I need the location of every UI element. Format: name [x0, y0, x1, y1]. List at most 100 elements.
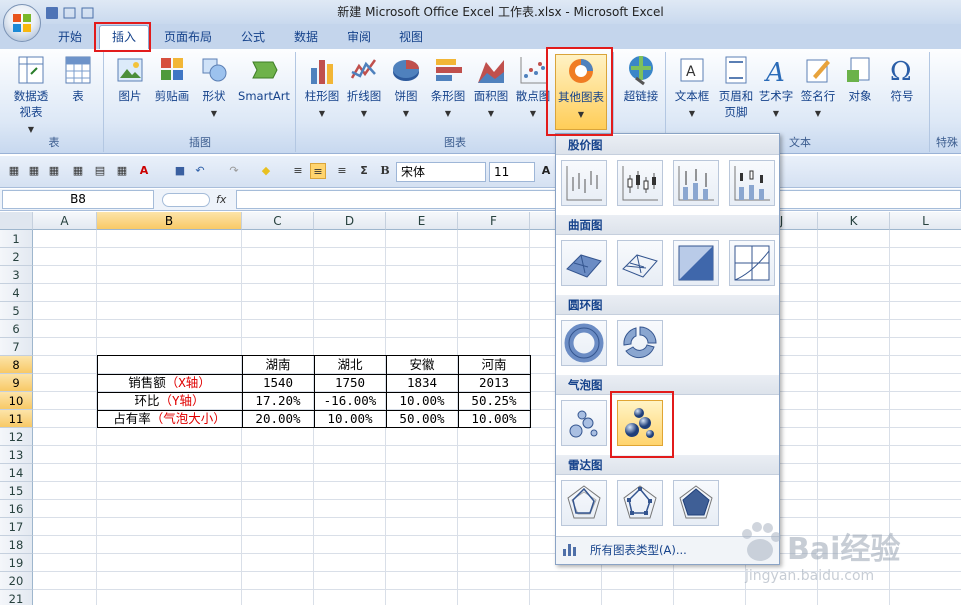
row-header[interactable]: 7: [0, 338, 33, 356]
filled-radar-chart[interactable]: [673, 480, 719, 526]
undo-icon[interactable]: ↶: [192, 163, 208, 179]
tab-home[interactable]: 开始: [47, 26, 93, 49]
area-chart-button[interactable]: 面积图 ▼: [470, 54, 512, 122]
cell-share-henan[interactable]: 10.00%: [458, 410, 530, 428]
toolbar-icon-1[interactable]: ▦: [6, 163, 22, 179]
tab-view[interactable]: 视图: [390, 26, 432, 49]
header-footer-button[interactable]: 页眉和页脚: [714, 54, 758, 120]
fill-color-icon[interactable]: ◆: [258, 163, 274, 179]
cell-growth-hunan[interactable]: 17.20%: [242, 392, 314, 410]
table-button[interactable]: 表: [58, 54, 98, 104]
row-header[interactable]: 12: [0, 428, 33, 446]
stock-chart-4[interactable]: [729, 160, 775, 206]
toolbar-icon-3[interactable]: ▦: [46, 163, 62, 179]
column-header-f[interactable]: F: [458, 212, 530, 230]
header-hunan[interactable]: 湖南: [242, 356, 314, 374]
cell-share-anhui[interactable]: 50.00%: [386, 410, 458, 428]
bubble-chart[interactable]: [561, 400, 607, 446]
row-header[interactable]: 10: [0, 392, 33, 410]
cell-growth-anhui[interactable]: 10.00%: [386, 392, 458, 410]
stock-chart-3[interactable]: [673, 160, 719, 206]
grow-font-icon[interactable]: A: [538, 163, 554, 179]
surface-chart-contour[interactable]: [673, 240, 719, 286]
column-header-k[interactable]: K: [818, 212, 890, 230]
column-header-e[interactable]: E: [386, 212, 458, 230]
column-header-l[interactable]: L: [890, 212, 961, 230]
row-header[interactable]: 1: [0, 230, 33, 248]
surface-chart-3d[interactable]: [561, 240, 607, 286]
picture-button[interactable]: 图片: [110, 54, 150, 104]
bold-icon[interactable]: B: [377, 163, 393, 179]
column-header-d[interactable]: D: [314, 212, 386, 230]
cell-share-hunan[interactable]: 20.00%: [242, 410, 314, 428]
row-label-growth[interactable]: 环比（Y轴）: [97, 392, 242, 410]
align-left-icon[interactable]: ≡: [290, 163, 306, 179]
row-label-sales[interactable]: 销售额（X轴）: [97, 374, 242, 392]
cell-sales-henan[interactable]: 2013: [458, 374, 530, 392]
cell-sales-hunan[interactable]: 1540: [242, 374, 314, 392]
tab-page-layout[interactable]: 页面布局: [152, 26, 224, 49]
hyperlink-button[interactable]: 超链接: [618, 54, 664, 104]
align-right-icon[interactable]: ≡: [334, 163, 350, 179]
row-label-share[interactable]: 占有率（气泡大小）: [97, 410, 242, 428]
signature-line-button[interactable]: 签名行 ▼: [798, 54, 838, 122]
exploded-doughnut-chart[interactable]: [617, 320, 663, 366]
font-color-icon[interactable]: A: [136, 163, 152, 179]
row-header[interactable]: 20: [0, 572, 33, 590]
tab-review[interactable]: 审阅: [338, 26, 380, 49]
row-header[interactable]: 5: [0, 302, 33, 320]
save-icon[interactable]: ■: [172, 163, 188, 179]
doughnut-chart[interactable]: [561, 320, 607, 366]
radar-chart[interactable]: [561, 480, 607, 526]
symbol-button[interactable]: Ω 符号: [882, 54, 922, 104]
toolbar-icon-6[interactable]: ▦: [114, 163, 130, 179]
row-header[interactable]: 4: [0, 284, 33, 302]
row-header[interactable]: 18: [0, 536, 33, 554]
header-henan[interactable]: 河南: [458, 356, 530, 374]
textbox-button[interactable]: A 文本框 ▼: [670, 54, 714, 122]
cell-growth-hubei[interactable]: -16.00%: [314, 392, 386, 410]
row-header[interactable]: 19: [0, 554, 33, 572]
bar-chart-button[interactable]: 条形图 ▼: [428, 54, 468, 122]
cell-sales-hubei[interactable]: 1750: [314, 374, 386, 392]
smartart-button[interactable]: SmartArt: [234, 54, 294, 104]
row-header[interactable]: 8: [0, 356, 33, 374]
pie-chart-button[interactable]: 饼图 ▼: [388, 54, 424, 122]
wordart-button[interactable]: A 艺术字 ▼: [756, 54, 796, 122]
name-box[interactable]: B8: [2, 190, 154, 209]
row-header[interactable]: 9: [0, 374, 33, 392]
align-center-icon[interactable]: ≡: [310, 163, 326, 179]
tab-data[interactable]: 数据: [285, 26, 327, 49]
column-header-a[interactable]: A: [33, 212, 97, 230]
pivot-table-button[interactable]: 数据透视表 ▼: [6, 54, 56, 138]
row-header[interactable]: 6: [0, 320, 33, 338]
fx-icon[interactable]: fx: [216, 191, 236, 208]
row-header[interactable]: 15: [0, 482, 33, 500]
redo-icon[interactable]: ↷: [226, 163, 242, 179]
formula-expand-control[interactable]: [162, 193, 210, 207]
quick-access-icons[interactable]: [44, 5, 114, 21]
radar-markers-chart[interactable]: [617, 480, 663, 526]
sum-icon[interactable]: Σ: [356, 163, 372, 179]
column-header-c[interactable]: C: [242, 212, 314, 230]
row-header[interactable]: 13: [0, 446, 33, 464]
surface-chart-contour-wire[interactable]: [729, 240, 775, 286]
font-size-box[interactable]: 11: [489, 162, 535, 182]
row-header[interactable]: 16: [0, 500, 33, 518]
shapes-button[interactable]: 形状 ▼: [196, 54, 232, 122]
row-header[interactable]: 2: [0, 248, 33, 266]
cell-sales-anhui[interactable]: 1834: [386, 374, 458, 392]
row-header[interactable]: 14: [0, 464, 33, 482]
surface-chart-wireframe[interactable]: [617, 240, 663, 286]
header-hubei[interactable]: 湖北: [314, 356, 386, 374]
tab-formulas[interactable]: 公式: [232, 26, 274, 49]
object-button[interactable]: 对象: [842, 54, 878, 104]
toolbar-icon-2[interactable]: ▦: [26, 163, 42, 179]
stock-chart-2[interactable]: [617, 160, 663, 206]
column-header-b[interactable]: B: [97, 212, 242, 230]
toolbar-icon-5[interactable]: ▤: [92, 163, 108, 179]
row-header[interactable]: 17: [0, 518, 33, 536]
row-header[interactable]: 21: [0, 590, 33, 605]
row-header[interactable]: 11: [0, 410, 33, 428]
select-all-corner[interactable]: [0, 212, 33, 230]
